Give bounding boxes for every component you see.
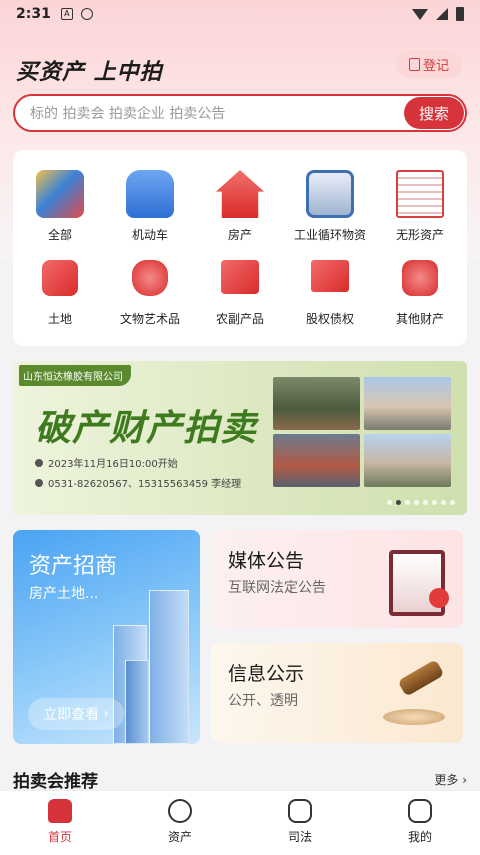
asset-icon (168, 799, 192, 823)
chevron-right-icon: › (462, 773, 467, 787)
tab-label: 司法 (287, 830, 312, 844)
category-item-intangible[interactable]: 无形资产 (375, 170, 465, 243)
category-item-agricultural[interactable]: 农副产品 (195, 260, 285, 327)
status-time: 2:31 (16, 6, 51, 22)
section-title: 拍卖会推荐 (13, 772, 98, 792)
tab-label: 首页 (47, 830, 72, 844)
asset-investment-tile[interactable]: 资产招商 房产土地... 立即查看 › (13, 530, 200, 744)
category-item-all[interactable]: 全部 (15, 170, 105, 243)
category-label: 农副产品 (215, 312, 264, 326)
banner-pager (387, 500, 455, 505)
media-announcement-tile[interactable]: 媒体公告 互联网法定公告 (211, 530, 463, 628)
category-item-antique[interactable]: 文物艺术品 (105, 260, 195, 327)
tab-mine[interactable]: 我的 (390, 799, 450, 845)
category-item-vehicle[interactable]: 机动车 (105, 170, 195, 243)
auction-banner[interactable]: 山东恒达橡胶有限公司 破产财产拍卖 2023年11月16日10:00开始 053… (13, 361, 467, 515)
tab-label: 我的 (407, 830, 432, 844)
category-item-land[interactable]: 土地 (15, 260, 105, 327)
justice-icon (288, 799, 312, 823)
all-icon (36, 170, 84, 218)
home-icon (48, 799, 72, 823)
search-input[interactable]: 标的 拍卖会 拍卖企业 拍卖公告 (30, 103, 404, 123)
workshop-photo (273, 434, 360, 487)
status-bar: 2:31 A (0, 0, 480, 28)
crop-icon (221, 260, 259, 294)
info-disclosure-tile[interactable]: 信息公示 公开、透明 (211, 643, 463, 743)
category-label: 房产 (227, 228, 252, 242)
app-title: 买资产 上中拍 (16, 60, 163, 85)
search-button[interactable]: 搜索 (404, 97, 464, 129)
view-now-button[interactable]: 立即查看 › (28, 698, 124, 730)
banner-contact: 0531-82620567、15315563459 李经理 (35, 475, 241, 490)
info-title: 信息公示 (228, 663, 305, 685)
category-label: 其他财产 (395, 312, 444, 326)
tab-assets[interactable]: 资产 (150, 799, 210, 845)
phone-icon (35, 478, 43, 487)
banner-photos (273, 377, 451, 487)
car-icon (126, 170, 174, 218)
media-title: 媒体公告 (228, 550, 305, 572)
info-subtitle: 公开、透明 (228, 693, 298, 709)
gavel-head-icon (397, 659, 445, 697)
login-label: 登记 (422, 58, 449, 74)
document-icon (396, 170, 444, 218)
banner-company: 山东恒达橡胶有限公司 (19, 365, 131, 386)
banner-date-text: 2023年11月16日10:00开始 (48, 459, 178, 470)
category-label: 机动车 (131, 228, 168, 242)
category-label: 文物艺术品 (119, 312, 180, 326)
tab-justice[interactable]: 司法 (270, 799, 330, 845)
notification-a-icon: A (60, 8, 73, 20)
banner-contact-text: 0531-82620567、15315563459 李经理 (48, 479, 242, 490)
banner-title: 破产财产拍卖 (35, 407, 258, 449)
tab-home[interactable]: 首页 (30, 799, 90, 845)
equity-icon (311, 260, 349, 292)
wifi-icon (412, 8, 428, 20)
house-icon (216, 170, 264, 218)
chevron-right-icon: › (103, 706, 109, 722)
gavel-icon (383, 709, 445, 725)
building-photo (364, 377, 451, 430)
signal-icon (436, 8, 448, 20)
view-now-label: 立即查看 (43, 707, 100, 723)
money-bag-icon (402, 260, 438, 296)
register-doc-icon (408, 57, 420, 71)
category-label: 工业循环物资 (293, 228, 366, 242)
more-link[interactable]: 更多 › (434, 771, 467, 788)
tab-label: 资产 (167, 830, 192, 844)
industrial-icon (306, 170, 354, 218)
building-illustration (149, 590, 189, 744)
category-item-other[interactable]: 其他财产 (375, 260, 465, 327)
vase-icon (132, 260, 168, 296)
user-icon (408, 799, 432, 823)
notification-app-icon (80, 8, 93, 20)
clock-icon (35, 458, 43, 467)
building-illustration (125, 660, 149, 744)
battery-icon (456, 7, 464, 21)
invest-title: 资产招商 (29, 554, 118, 579)
campus-photo (364, 434, 451, 487)
check-badge-icon (429, 588, 449, 608)
category-item-house[interactable]: 房产 (195, 170, 285, 243)
category-label: 无形资产 (395, 228, 444, 242)
category-label: 股权债权 (305, 312, 354, 326)
media-subtitle: 互联网法定公告 (228, 580, 326, 596)
banner-date: 2023年11月16日10:00开始 (35, 455, 178, 470)
category-item-industrial[interactable]: 工业循环物资 (285, 170, 375, 243)
category-item-equity[interactable]: 股权债权 (285, 260, 375, 327)
category-label: 全部 (47, 228, 72, 242)
factory-photo (273, 377, 360, 430)
bottom-tab-bar: 首页 资产 司法 我的 (0, 790, 480, 855)
login-button[interactable]: 登记 (396, 50, 462, 78)
land-icon (42, 260, 78, 296)
search-bar[interactable]: 标的 拍卖会 拍卖企业 拍卖公告 搜索 (13, 94, 467, 132)
category-grid: 全部 机动车 房产 工业循环物资 无形资产 土地 文物艺术品 农副产品 股权债权… (13, 150, 467, 346)
invest-subtitle: 房产土地... (29, 586, 99, 602)
category-label: 土地 (47, 312, 72, 326)
more-label: 更多 (434, 773, 459, 787)
